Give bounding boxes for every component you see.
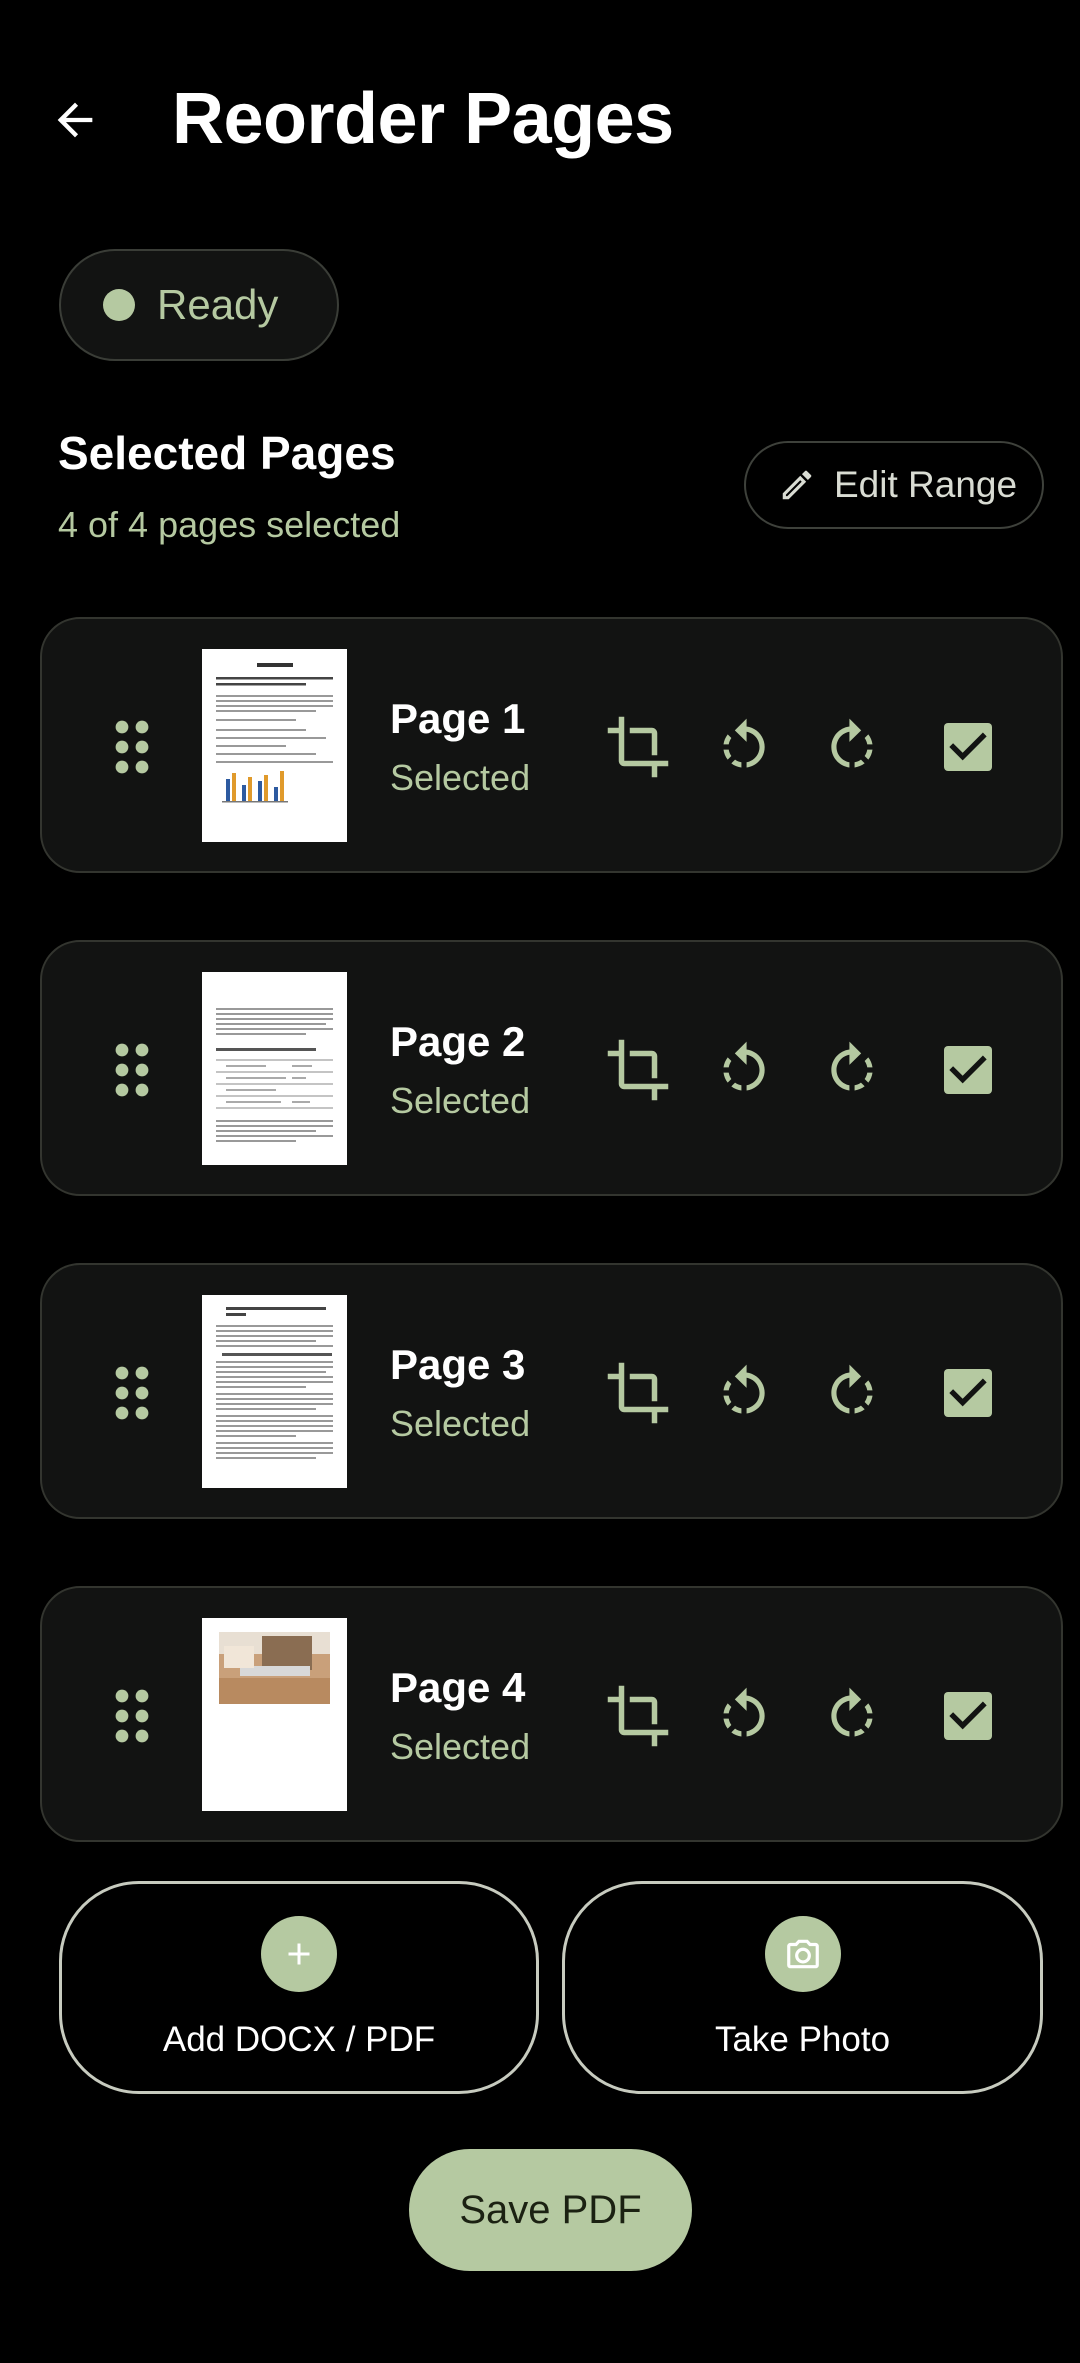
rotate-right-icon [831, 1041, 873, 1091]
page-thumbnail [202, 649, 347, 842]
page-card[interactable]: Page 1 Selected [40, 617, 1063, 873]
crop-icon [607, 1039, 669, 1101]
crop-button[interactable] [602, 1357, 674, 1429]
page-status-label: Selected [390, 1403, 531, 1444]
crop-button[interactable] [602, 1680, 674, 1752]
checkbox-checked-icon [944, 1046, 992, 1094]
select-checkbox[interactable] [932, 711, 1004, 783]
status-label: Ready [157, 281, 279, 328]
crop-icon [607, 1685, 669, 1747]
page-card[interactable]: Page 2 Selected [40, 940, 1063, 1196]
crop-icon [607, 716, 669, 778]
rotate-left-button[interactable] [708, 711, 780, 783]
save-pdf-button[interactable]: Save PDF [409, 2149, 692, 2271]
page-status-label: Selected [390, 1726, 531, 1767]
page-thumbnail [202, 972, 347, 1165]
camera-icon-circle [764, 1916, 841, 1992]
select-checkbox[interactable] [932, 1034, 1004, 1106]
page-card[interactable]: Page 4 Selected [40, 1586, 1063, 1842]
page-card[interactable]: Page 3 Selected [40, 1263, 1063, 1519]
arrow-left-icon [57, 102, 93, 138]
section-subtitle: 4 of 4 pages selected [58, 504, 401, 545]
page-title-label: Page 3 [390, 1341, 526, 1388]
add-document-label: Add DOCX / PDF [162, 2020, 436, 2059]
select-checkbox[interactable] [932, 1357, 1004, 1429]
rotate-right-icon [831, 1364, 873, 1414]
page-title: Reorder Pages [172, 79, 674, 159]
plus-icon [288, 1943, 310, 1965]
edit-range-button[interactable]: Edit Range [744, 441, 1044, 529]
rotate-left-button[interactable] [708, 1680, 780, 1752]
rotate-right-button[interactable] [816, 1680, 888, 1752]
page-thumbnail [202, 1295, 347, 1488]
take-photo-label: Take Photo [714, 2020, 891, 2059]
rotate-left-button[interactable] [708, 1357, 780, 1429]
drag-handle-icon[interactable] [112, 1686, 152, 1746]
page-thumbnail [202, 1618, 347, 1811]
checkbox-checked-icon [944, 723, 992, 771]
rotate-right-button[interactable] [816, 1034, 888, 1106]
take-photo-button[interactable]: Take Photo [562, 1881, 1043, 2094]
rotate-right-icon [831, 1687, 873, 1737]
rotate-right-icon [831, 718, 873, 768]
add-icon-circle [261, 1916, 337, 1992]
checkbox-checked-icon [944, 1692, 992, 1740]
crop-button[interactable] [602, 711, 674, 783]
status-dot [103, 289, 135, 321]
rotate-right-button[interactable] [816, 711, 888, 783]
drag-handle-icon[interactable] [112, 1363, 152, 1423]
status-chip: Ready [59, 249, 339, 361]
rotate-left-icon [723, 718, 765, 768]
rotate-left-button[interactable] [708, 1034, 780, 1106]
add-document-button[interactable]: Add DOCX / PDF [59, 1881, 539, 2094]
page-title-label: Page 4 [390, 1664, 526, 1711]
page-status-label: Selected [390, 1080, 531, 1121]
page-status-label: Selected [390, 757, 531, 798]
section-title: Selected Pages [58, 427, 396, 479]
crop-button[interactable] [602, 1034, 674, 1106]
drag-handle-icon[interactable] [112, 717, 152, 777]
page-title-label: Page 2 [390, 1018, 526, 1065]
rotate-left-icon [723, 1041, 765, 1091]
crop-icon [607, 1362, 669, 1424]
back-button[interactable] [40, 80, 110, 160]
drag-handle-icon[interactable] [112, 1040, 152, 1100]
camera-icon [786, 1939, 819, 1969]
page-title-label: Page 1 [390, 695, 526, 742]
rotate-right-button[interactable] [816, 1357, 888, 1429]
edit-range-label: Edit Range [834, 464, 1018, 505]
rotate-left-icon [723, 1364, 765, 1414]
select-checkbox[interactable] [932, 1680, 1004, 1752]
checkbox-checked-icon [944, 1369, 992, 1417]
pencil-icon [782, 470, 812, 500]
rotate-left-icon [723, 1687, 765, 1737]
